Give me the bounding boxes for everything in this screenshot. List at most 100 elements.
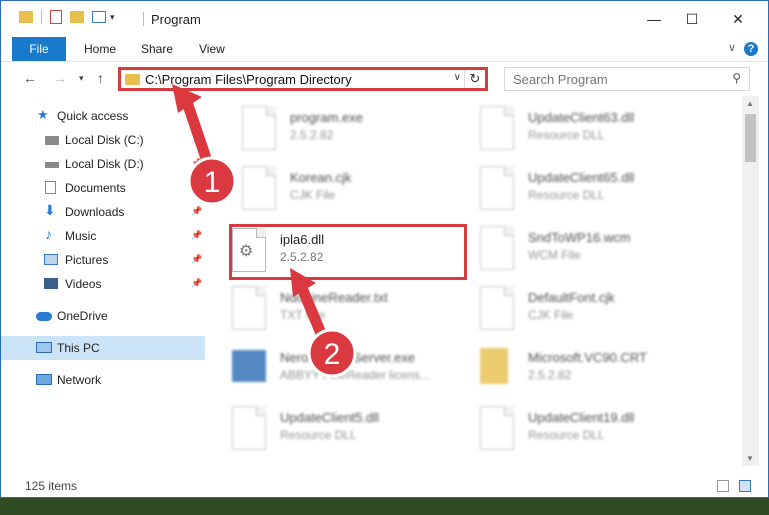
file-tile[interactable]: Microsoft.VC90.CRT 2.5.2.82 xyxy=(480,342,720,402)
drive-icon xyxy=(45,162,59,168)
file-detail: Resource DLL xyxy=(528,128,605,142)
file-detail: CJK File xyxy=(290,188,336,202)
search-input[interactable] xyxy=(511,71,715,88)
window-title: Program xyxy=(151,12,201,27)
refresh-icon[interactable]: ↻ xyxy=(464,70,485,88)
sidebar-item-local-disk-d[interactable]: Local Disk (D:) 📌 xyxy=(1,152,205,176)
highlight-box-ipla6 xyxy=(229,224,467,280)
details-view-icon[interactable] xyxy=(717,480,729,492)
scroll-up-icon[interactable]: ▲ xyxy=(746,99,754,108)
chevron-down-icon[interactable]: ∨ xyxy=(454,72,461,83)
sidebar-item-network[interactable]: Network xyxy=(1,368,205,392)
search-box[interactable]: ⚲ xyxy=(504,67,750,91)
sidebar-item-downloads[interactable]: ⬇ Downloads 📌 xyxy=(1,200,205,224)
sidebar-item-pictures[interactable]: Pictures 📌 xyxy=(1,248,205,272)
folder-icon[interactable] xyxy=(19,11,33,23)
sidebar-item-documents[interactable]: Documents 📌 xyxy=(1,176,205,200)
file-tile[interactable]: DefaultFont.cjk CJK File xyxy=(480,282,720,342)
tab-file[interactable]: File xyxy=(12,37,66,61)
sidebar-item-local-disk-c[interactable]: Local Disk (C:) 📌 xyxy=(1,128,205,152)
title-separator xyxy=(143,12,144,26)
file-name: UpdateClient19.dll xyxy=(528,410,635,425)
quick-access-toolbar: ▾ xyxy=(19,10,115,24)
dll-gear-icon xyxy=(480,106,514,150)
file-name: Korean.cjk xyxy=(290,170,352,185)
address-bar[interactable]: C:\Program Files\Program Directory ∨ ↻ xyxy=(118,67,488,91)
file-tile[interactable]: UpdateClient5.dll Resource DLL xyxy=(232,402,472,461)
cloud-icon xyxy=(36,312,52,321)
pin-icon[interactable]: 📌 xyxy=(191,206,202,217)
file-tile[interactable]: NdonineReader.txt TXT File xyxy=(232,282,472,342)
search-icon[interactable]: ⚲ xyxy=(732,71,741,85)
sidebar-item-label: Music xyxy=(65,229,97,243)
separator xyxy=(41,10,42,24)
file-tile[interactable]: program.exe 2.5.2.82 xyxy=(242,102,482,162)
file-name: Microsoft.VC90.CRT xyxy=(528,350,647,365)
file-name: program.exe xyxy=(290,110,363,125)
up-arrow-icon[interactable]: ↑ xyxy=(97,70,104,86)
status-bar: 125 items xyxy=(1,475,768,497)
sidebar-item-quick-access[interactable]: ★ Quick access xyxy=(1,104,205,128)
pin-icon[interactable]: 📌 xyxy=(191,158,202,169)
address-path[interactable]: C:\Program Files\Program Directory xyxy=(145,72,352,87)
file-tile[interactable]: SndToWP16.wcm WCM File xyxy=(480,222,720,282)
forward-arrow-icon[interactable]: → xyxy=(53,70,67,86)
scroll-down-icon[interactable]: ▼ xyxy=(746,454,754,463)
sidebar-item-this-pc[interactable]: This PC xyxy=(1,336,205,360)
back-arrow-icon[interactable]: ← xyxy=(23,70,37,86)
title-bar: ▾ Program — ☐ ✕ xyxy=(1,1,768,37)
tab-home[interactable]: Home xyxy=(70,37,130,61)
help-icon[interactable]: ? xyxy=(744,42,758,56)
file-name: SndToWP16.wcm xyxy=(528,230,631,245)
file-detail: Resource DLL xyxy=(528,428,605,442)
sidebar-item-onedrive[interactable]: OneDrive xyxy=(1,304,205,328)
star-icon: ★ xyxy=(37,107,49,122)
pin-icon[interactable]: 📌 xyxy=(191,254,202,265)
collapse-ribbon-icon[interactable]: ∨ xyxy=(728,41,736,54)
scroll-thumb[interactable] xyxy=(745,114,756,162)
sidebar-item-videos[interactable]: Videos 📌 xyxy=(1,272,205,296)
file-icon xyxy=(242,166,276,210)
vertical-scrollbar[interactable]: ▲ ▼ xyxy=(742,96,759,466)
pin-icon[interactable]: 📌 xyxy=(191,134,202,145)
close-button[interactable]: ✕ xyxy=(715,1,761,37)
maximize-button[interactable]: ☐ xyxy=(669,1,715,37)
tab-share[interactable]: Share xyxy=(127,37,187,61)
file-detail: CJK File xyxy=(528,308,574,322)
file-detail: Resource DLL xyxy=(528,188,605,202)
file-tile[interactable]: Korean.cjk CJK File xyxy=(242,162,482,222)
sidebar-item-label: This PC xyxy=(57,341,100,355)
pin-icon[interactable]: 📌 xyxy=(191,230,202,241)
chevron-down-icon[interactable]: ▾ xyxy=(110,12,115,23)
sidebar-item-label: Videos xyxy=(65,277,102,291)
pin-icon[interactable]: 📌 xyxy=(191,278,202,289)
recent-locations-icon[interactable]: ▾ xyxy=(79,73,84,84)
large-icons-view-icon[interactable] xyxy=(739,480,751,492)
network-icon xyxy=(36,374,52,385)
file-icon xyxy=(480,286,514,330)
file-tile[interactable]: UpdateClient19.dll Resource DLL xyxy=(480,402,720,461)
new-folder-icon[interactable] xyxy=(70,11,84,23)
dll-gear-icon xyxy=(480,406,514,450)
sidebar-item-label: OneDrive xyxy=(57,309,108,323)
sidebar-item-music[interactable]: ♪ Music 📌 xyxy=(1,224,205,248)
ribbon-tabs: File Home Share View ∨ ? xyxy=(1,37,768,62)
properties-icon[interactable] xyxy=(50,10,62,24)
computer-icon xyxy=(36,342,52,353)
tab-view[interactable]: View xyxy=(185,37,239,61)
picture-icon xyxy=(44,254,58,265)
music-note-icon: ♪ xyxy=(45,226,52,242)
file-icon xyxy=(480,226,514,270)
file-name: UpdateClient5.dll xyxy=(280,410,380,425)
download-arrow-icon: ⬇ xyxy=(44,202,56,218)
executable-icon xyxy=(232,350,266,382)
item-count: 125 items xyxy=(25,479,78,493)
document-icon xyxy=(45,181,56,194)
pin-icon[interactable]: 📌 xyxy=(191,182,202,193)
customize-qa-icon[interactable] xyxy=(92,11,106,23)
file-tile[interactable]: NeroLicenseServer.exe ABBYY FineReader l… xyxy=(232,342,472,402)
file-tile[interactable]: UpdateClient65.dll Resource DLL xyxy=(480,162,720,222)
sidebar-item-label: Local Disk (C:) xyxy=(65,133,144,147)
file-tile[interactable]: UpdateClient63.dll Resource DLL xyxy=(480,102,720,162)
file-detail: TXT File xyxy=(280,308,326,322)
